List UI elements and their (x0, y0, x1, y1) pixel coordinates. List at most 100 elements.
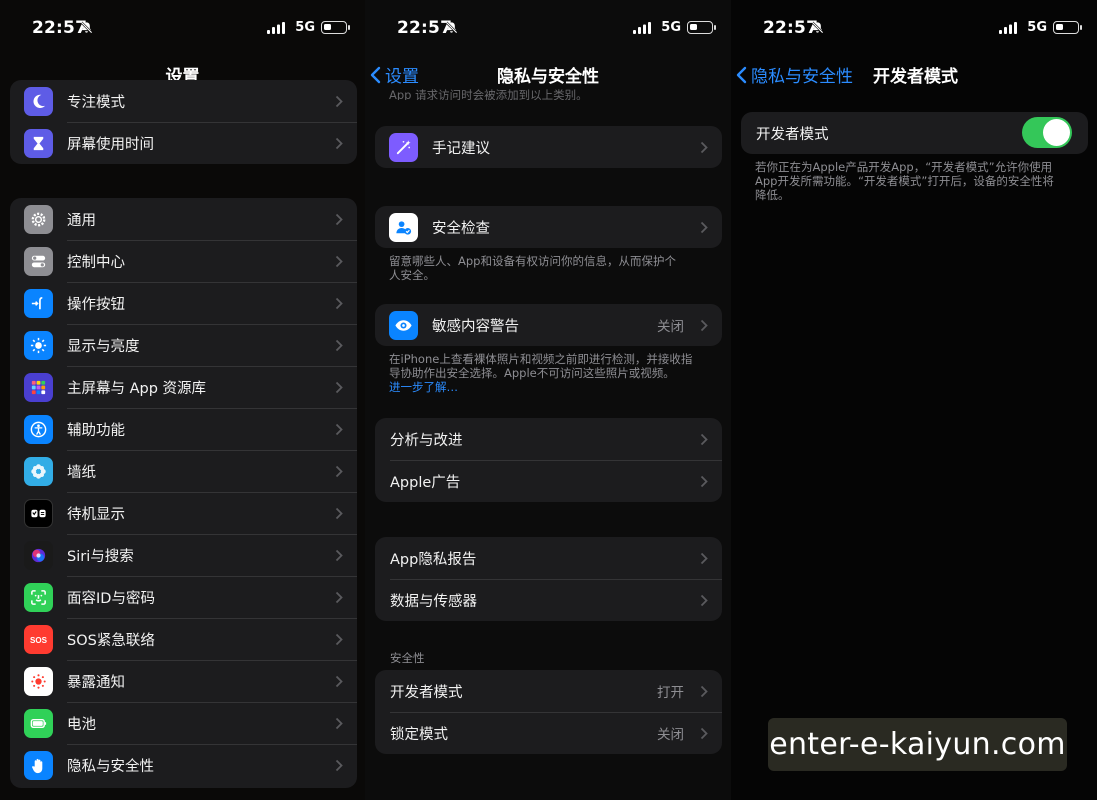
apple-ads-item[interactable]: Apple广告 (375, 460, 722, 502)
sun-icon (24, 330, 53, 360)
settings-item-action-button[interactable]: 操作按钮 (10, 282, 357, 324)
settings-item-label: 专注模式 (67, 94, 125, 111)
settings-group-focus: 专注模式 屏幕使用时间 (10, 80, 357, 164)
settings-item-sos[interactable]: SOS SOS紧急联络 (10, 618, 357, 660)
settings-item-label: 敏感内容警告 (432, 318, 519, 335)
settings-item-label: 操作按钮 (67, 296, 125, 313)
signal-icon (633, 22, 651, 34)
action-button-icon (24, 288, 53, 318)
settings-item-exposure[interactable]: 暴露通知 (10, 660, 357, 702)
lockdown-mode-item[interactable]: 锁定模式 关闭 (375, 712, 722, 754)
settings-item-label: 暴露通知 (67, 674, 125, 691)
journal-suggestions-item[interactable]: 手记建议 (375, 126, 722, 168)
developer-mode-row: 开发者模式 (741, 112, 1088, 154)
sensitive-group: 敏感内容警告 关闭 (375, 304, 722, 346)
chevron-right-icon (700, 727, 708, 740)
top-footnote: App 请求访问时会被添加到以上类别。 (389, 88, 588, 100)
settings-item-siri[interactable]: Siri与搜索 (10, 534, 357, 576)
chevron-right-icon (335, 549, 343, 562)
learn-more-link[interactable]: 进一步了解… (389, 380, 458, 394)
chevron-right-icon (335, 297, 343, 310)
settings-item-label: 数据与传感器 (390, 593, 477, 610)
chevron-left-icon (736, 66, 747, 83)
settings-item-label: 手记建议 (432, 140, 490, 157)
settings-item-label: 墙纸 (67, 464, 96, 481)
settings-item-battery[interactable]: 电池 (10, 702, 357, 744)
settings-item-screen-time[interactable]: 屏幕使用时间 (10, 122, 357, 164)
settings-item-label: 屏幕使用时间 (67, 136, 154, 153)
gear-icon (24, 204, 53, 234)
face-id-icon (24, 582, 53, 612)
chevron-right-icon (335, 381, 343, 394)
settings-item-focus[interactable]: 专注模式 (10, 80, 357, 122)
chevron-right-icon (700, 319, 708, 332)
app-privacy-report-item[interactable]: App隐私报告 (375, 537, 722, 579)
settings-item-wallpaper[interactable]: 墙纸 (10, 450, 357, 492)
chevron-right-icon (335, 255, 343, 268)
settings-item-control-center[interactable]: 控制中心 (10, 240, 357, 282)
settings-item-face-id[interactable]: 面容ID与密码 (10, 576, 357, 618)
settings-item-privacy[interactable]: 隐私与安全性 (10, 744, 357, 786)
settings-item-label: 通用 (67, 212, 96, 229)
safety-check-item[interactable]: 安全检查 (375, 206, 722, 248)
chevron-right-icon (700, 475, 708, 488)
settings-item-standby[interactable]: 待机显示 (10, 492, 357, 534)
eye-icon (389, 310, 418, 340)
journal-icon (389, 132, 418, 162)
data-sensors-item[interactable]: 数据与传感器 (375, 579, 722, 621)
chevron-right-icon (700, 552, 708, 565)
watermark: enter-e-kaiyun.com (768, 718, 1067, 771)
hand-icon (24, 750, 53, 780)
toggles-icon (24, 246, 53, 276)
silent-bell-icon (811, 21, 824, 34)
status-time: 22:57 (32, 18, 88, 38)
network-label: 5G (661, 20, 681, 35)
developer-mode-footnote: 若你正在为Apple产品开发App，“开发者模式”允许你使用App开发所需功能。… (755, 160, 1054, 202)
settings-item-value: 关闭 (657, 727, 684, 743)
settings-item-home-screen[interactable]: 主屏幕与 App 资源库 (10, 366, 357, 408)
accessibility-icon (24, 414, 53, 444)
exposure-icon (24, 666, 53, 696)
settings-group-main: 通用 控制中心 操作按钮 显示与亮度 主屏幕与 App 资源库 辅助功能 墙纸 … (10, 198, 357, 788)
svg-text:SOS: SOS (30, 635, 48, 644)
reports-group: App隐私报告 数据与传感器 (375, 537, 722, 621)
sensitive-content-item[interactable]: 敏感内容警告 关闭 (375, 304, 722, 346)
safety-footnote: 留意哪些人、App和设备有权访问你的信息，从而保护个人安全。 (389, 254, 676, 282)
settings-item-label: Siri与搜索 (67, 548, 134, 565)
page-title: 隐私与安全性 (497, 67, 599, 87)
settings-item-label: Apple广告 (390, 474, 461, 491)
moon-icon (24, 86, 53, 116)
settings-item-label: App隐私报告 (390, 551, 477, 568)
back-button[interactable]: 隐私与安全性 (735, 62, 853, 87)
settings-item-value: 打开 (657, 685, 684, 701)
settings-item-label: 隐私与安全性 (67, 758, 154, 775)
safety-group: 安全检查 (375, 206, 722, 248)
chevron-right-icon (335, 675, 343, 688)
chevron-right-icon (700, 685, 708, 698)
settings-item-label: 分析与改进 (390, 432, 463, 449)
security-section-header: 安全性 (390, 651, 425, 665)
silent-bell-icon (80, 21, 93, 34)
chevron-right-icon (335, 507, 343, 520)
battery-status-icon (687, 21, 716, 34)
settings-item-general[interactable]: 通用 (10, 198, 357, 240)
settings-item-label: 控制中心 (67, 254, 125, 271)
status-bar: 22:57 5G (365, 0, 731, 56)
settings-item-display[interactable]: 显示与亮度 (10, 324, 357, 366)
signal-icon (999, 22, 1017, 34)
privacy-panel: 22:57 5G 设置 隐私与安全性 App 请求访问时会被添加到以上类别。 手… (365, 0, 731, 800)
chevron-right-icon (335, 591, 343, 604)
settings-panel: 22:57 5G 设置 专注模式 屏幕使用时间 通用 控制中心 操作按钮 显示与… (0, 0, 365, 800)
battery-status-icon (1053, 21, 1082, 34)
analytics-item[interactable]: 分析与改进 (375, 418, 722, 460)
settings-item-accessibility[interactable]: 辅助功能 (10, 408, 357, 450)
safety-check-icon (389, 212, 418, 242)
chevron-right-icon (335, 423, 343, 436)
chevron-right-icon (700, 221, 708, 234)
chevron-right-icon (335, 717, 343, 730)
settings-item-label: 辅助功能 (67, 422, 125, 439)
status-time: 22:57 (397, 18, 453, 38)
developer-mode-item[interactable]: 开发者模式 打开 (375, 670, 722, 712)
developer-mode-group: 开发者模式 (741, 112, 1088, 154)
developer-mode-toggle[interactable] (1022, 117, 1072, 148)
